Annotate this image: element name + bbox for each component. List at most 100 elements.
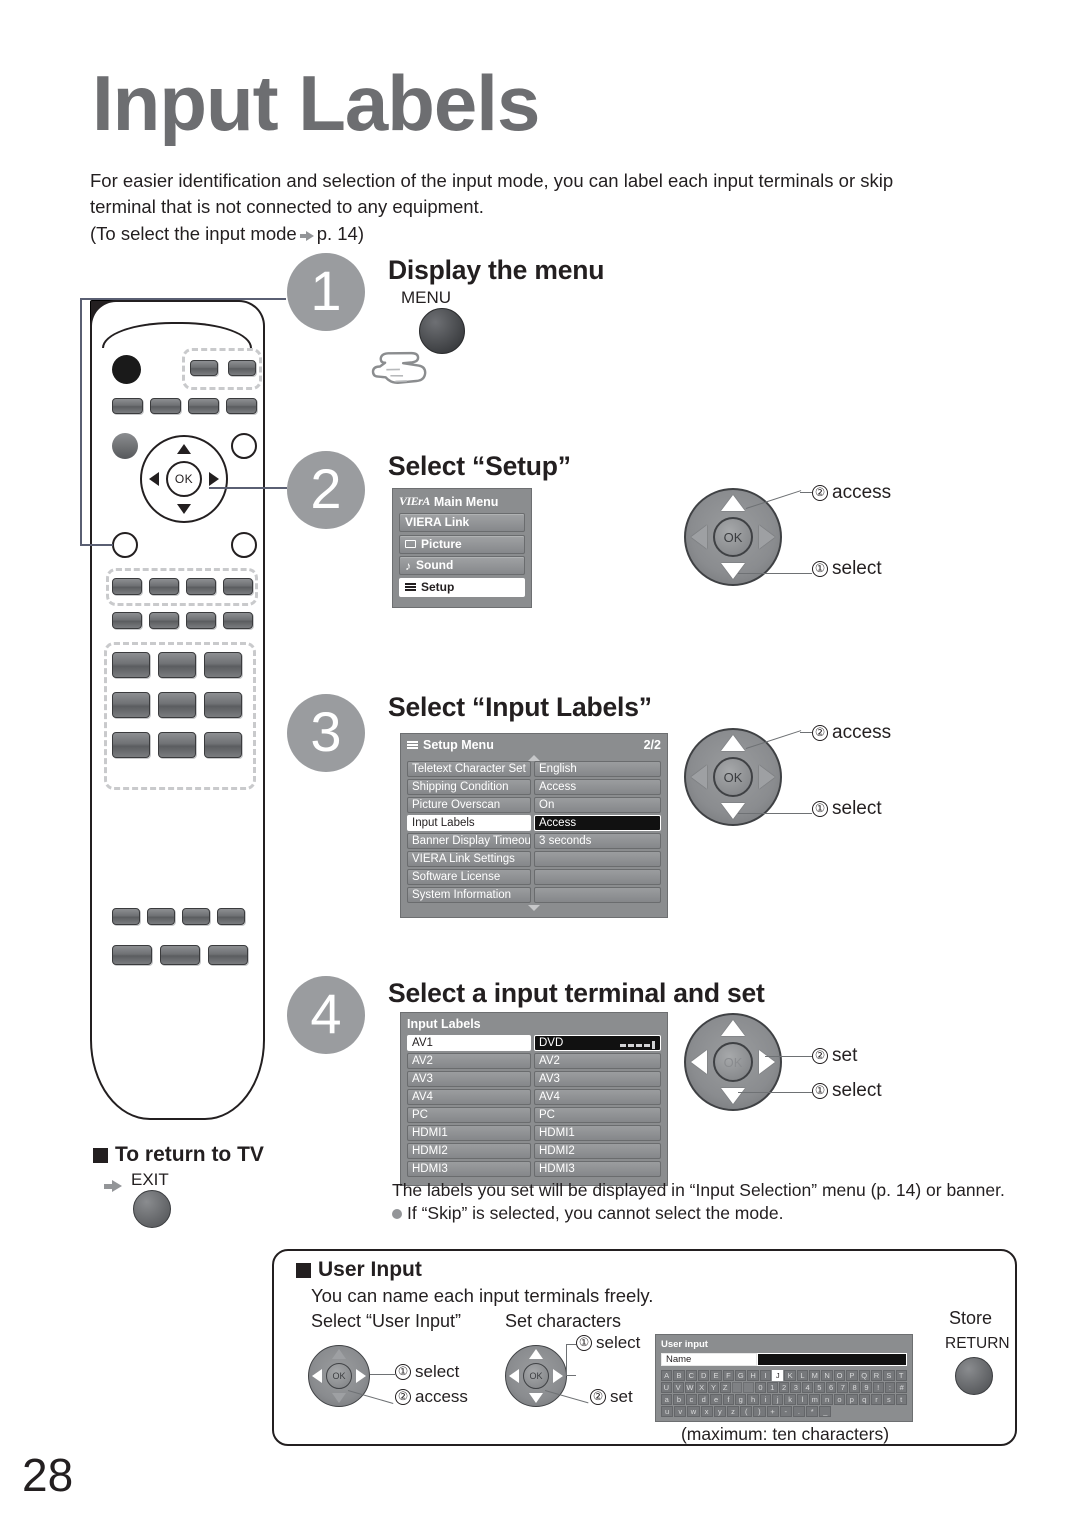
remote-key-4[interactable] — [112, 692, 150, 718]
keyboard-key-2[interactable]: 2 — [778, 1382, 790, 1393]
navpad-user-input-set[interactable]: OK — [505, 1345, 567, 1407]
keyboard-key-*[interactable]: * — [806, 1406, 819, 1417]
remote-button-tv[interactable] — [190, 360, 218, 376]
setup-menu-row[interactable]: Picture Overscan On — [407, 797, 661, 813]
navpad-up-icon[interactable] — [721, 1020, 745, 1036]
navpad-down-icon[interactable] — [721, 563, 745, 579]
remote-return-button[interactable] — [112, 532, 138, 558]
keyboard-key-h[interactable]: h — [747, 1394, 759, 1405]
remote-button-r3c2[interactable] — [149, 612, 179, 629]
navpad-down-icon[interactable] — [332, 1393, 346, 1403]
navpad-left-icon[interactable] — [312, 1369, 322, 1383]
navpad-left-icon[interactable] — [691, 525, 707, 549]
keyboard-key-p[interactable]: p — [846, 1394, 858, 1405]
keyboard-key-g[interactable]: g — [735, 1394, 747, 1405]
setup-menu-row-input-labels[interactable]: Input Labels Access — [407, 815, 661, 831]
navpad-down-icon[interactable] — [721, 1088, 745, 1104]
keyboard-grid[interactable]: A B C D E F G H I J K L M N O P Q R S T U V W X Y Z 0 1 2 3 4 5 6 7 8 9!: # a… — [661, 1370, 908, 1417]
keyboard-key-R[interactable]: R — [870, 1370, 883, 1381]
navpad-right-icon[interactable] — [759, 525, 775, 549]
remote-key-6[interactable] — [204, 692, 242, 718]
remote-button-b2c3[interactable] — [208, 945, 248, 965]
remote-button-b1c3[interactable] — [182, 908, 210, 925]
keyboard-key-l[interactable]: l — [796, 1394, 809, 1405]
remote-button-b1c1[interactable] — [112, 908, 140, 925]
remote-button-b2c2[interactable] — [160, 945, 200, 965]
navpad-ok-button[interactable]: OK — [713, 517, 753, 557]
exit-button[interactable] — [133, 1190, 171, 1228]
keyboard-key-x[interactable]: x — [700, 1406, 713, 1417]
keyboard-key-w[interactable]: w — [687, 1406, 700, 1417]
remote-button-b1c4[interactable] — [217, 908, 245, 925]
keyboard-key-o[interactable]: o — [833, 1394, 846, 1405]
keyboard-key-V[interactable]: V — [672, 1382, 684, 1393]
setup-menu-row[interactable]: Shipping Condition Access — [407, 779, 661, 795]
remote-button-r3c4[interactable] — [223, 612, 253, 629]
main-menu-item-picture[interactable]: Picture — [399, 534, 525, 554]
keyboard-key-W[interactable]: W — [684, 1382, 696, 1393]
navpad-right-icon[interactable] — [356, 1369, 366, 1383]
keyboard-key-f[interactable]: f — [722, 1394, 735, 1405]
remote-key-8[interactable] — [158, 732, 196, 758]
keyboard-key-K[interactable]: K — [784, 1370, 796, 1381]
keyboard-key-k[interactable]: k — [784, 1394, 796, 1405]
keyboard-key-Z[interactable]: Z — [719, 1382, 731, 1393]
keyboard-key-T[interactable]: T — [895, 1370, 907, 1381]
keyboard-key-1[interactable]: 1 — [766, 1382, 778, 1393]
keyboard-key-E[interactable]: E — [710, 1370, 722, 1381]
keyboard-key-8[interactable]: 8 — [849, 1382, 861, 1393]
keyboard-key-m[interactable]: m — [809, 1394, 821, 1405]
main-menu-item-sound[interactable]: ♪ Sound — [399, 556, 525, 575]
keyboard-key-X[interactable]: X — [696, 1382, 708, 1393]
keyboard-key-Q[interactable]: Q — [858, 1370, 870, 1381]
remote-button-av[interactable] — [228, 360, 256, 376]
remote-down-arrow-icon[interactable] — [177, 504, 191, 514]
keyboard-key-6[interactable]: 6 — [825, 1382, 837, 1393]
input-labels-row[interactable]: AV3 AV3 — [407, 1071, 661, 1087]
navpad-down-icon[interactable] — [721, 803, 745, 819]
keyboard-key-r[interactable]: r — [870, 1394, 883, 1405]
remote-button-b1c2[interactable] — [147, 908, 175, 925]
remote-key-1[interactable] — [112, 652, 150, 678]
keyboard-key-7[interactable]: 7 — [837, 1382, 849, 1393]
return-button[interactable] — [955, 1357, 993, 1395]
keyboard-key-.[interactable]: . — [792, 1406, 806, 1417]
navpad-up-icon[interactable] — [332, 1349, 346, 1359]
keyboard-key-L[interactable]: L — [796, 1370, 809, 1381]
keyboard-key-![interactable]: ! — [872, 1382, 884, 1393]
input-labels-row[interactable]: AV2 AV2 — [407, 1053, 661, 1069]
navpad-user-input-select[interactable]: OK — [308, 1345, 370, 1407]
keyboard-key-U[interactable]: U — [661, 1382, 672, 1393]
remote-exit-button[interactable] — [231, 433, 257, 459]
remote-left-arrow-icon[interactable] — [149, 472, 159, 486]
navpad-left-icon[interactable] — [691, 1050, 707, 1074]
remote-key-9[interactable] — [204, 732, 242, 758]
remote-menu-button[interactable] — [112, 433, 138, 459]
remote-button-r1c3[interactable] — [188, 398, 219, 414]
remote-button-r1c2[interactable] — [150, 398, 181, 414]
remote-key-3[interactable] — [204, 652, 242, 678]
remote-power-button[interactable] — [112, 355, 141, 384]
setup-menu-row[interactable]: Banner Display Timeout 3 seconds — [407, 833, 661, 849]
setup-menu-row[interactable]: Teletext Character Set English — [407, 761, 661, 777]
keyboard-key-J[interactable]: J — [772, 1370, 784, 1381]
remote-button-r3c3[interactable] — [186, 612, 216, 629]
keyboard-key-s[interactable]: s — [883, 1394, 895, 1405]
remote-colour-red[interactable] — [112, 578, 142, 595]
remote-colour-yellow[interactable] — [186, 578, 216, 595]
keyboard-key-5[interactable]: 5 — [813, 1382, 825, 1393]
keyboard-key-+[interactable]: + — [766, 1406, 779, 1417]
navpad-ok-button[interactable]: OK — [713, 1042, 753, 1082]
input-labels-row[interactable]: PC PC — [407, 1107, 661, 1123]
remote-ok-button[interactable]: OK — [166, 461, 202, 497]
keyboard-key-)[interactable]: ) — [753, 1406, 766, 1417]
keyboard-key-y[interactable]: y — [713, 1406, 726, 1417]
navpad-up-icon[interactable] — [529, 1349, 543, 1359]
keyboard-key-I[interactable]: I — [759, 1370, 772, 1381]
input-labels-row[interactable]: AV4 AV4 — [407, 1089, 661, 1105]
navpad-up-icon[interactable] — [721, 495, 745, 511]
navpad-right-icon[interactable] — [759, 765, 775, 789]
navpad-left-icon[interactable] — [691, 765, 707, 789]
keyboard-key-0[interactable]: 0 — [755, 1382, 766, 1393]
keyboard-key-N[interactable]: N — [821, 1370, 833, 1381]
